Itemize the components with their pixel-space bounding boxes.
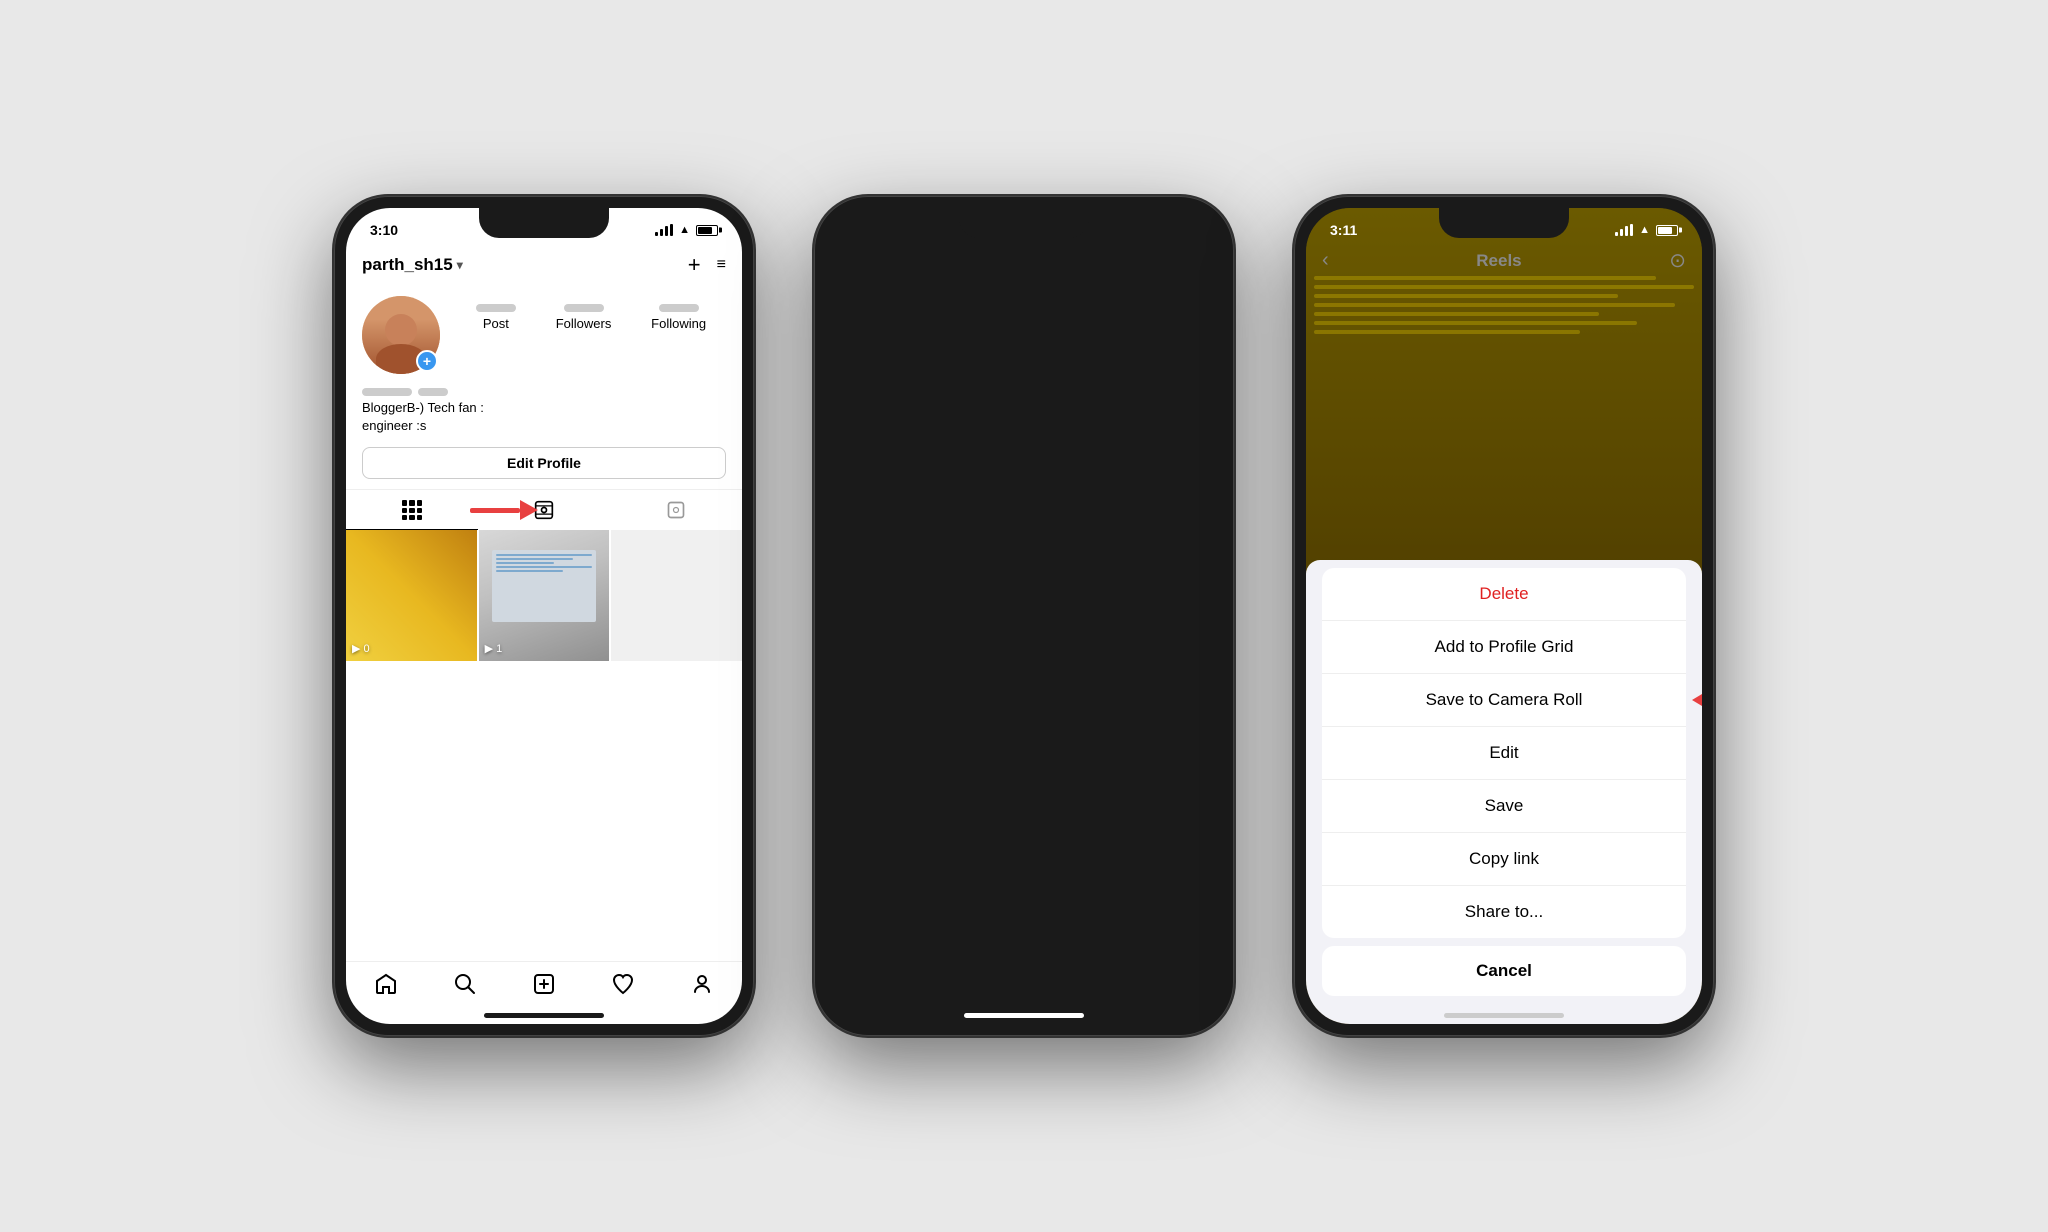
post-grid: ▶0 ▶1 (346, 530, 742, 961)
nav-home-icon[interactable] (374, 972, 398, 996)
bio-text-1: BloggerB-) Tech fan : (362, 399, 726, 417)
battery-icon (696, 225, 718, 236)
phone-3: 3:11 ▲ ‹ Reels ⊙ (1294, 196, 1714, 1036)
post-count (476, 304, 516, 312)
nav-heart-icon[interactable] (611, 972, 635, 996)
grid-icon (402, 500, 422, 520)
profile-bio: BloggerB-) Tech fan : engineer :s (346, 382, 742, 443)
bio-text-2: engineer :s (362, 417, 726, 435)
bio-pill-1 (362, 388, 412, 396)
signal-bar-2 (660, 229, 663, 236)
tab-tagged[interactable] (610, 490, 742, 530)
menu-item-save-to-camera-roll[interactable]: Save to Camera Roll (1322, 674, 1686, 727)
menu-item-delete[interactable]: Delete (1322, 568, 1686, 621)
phone-3-screen: 3:11 ▲ ‹ Reels ⊙ (1306, 208, 1702, 1024)
phone-2-home-bar (964, 1013, 1084, 1018)
post-cell-1[interactable]: ▶0 (346, 530, 477, 661)
sb1 (1615, 232, 1618, 236)
phone-2-notch (959, 208, 1089, 238)
post-cell-2[interactable]: ▶1 (479, 530, 610, 661)
avatar-wrap: + (362, 296, 440, 374)
following-label: Following (651, 316, 706, 331)
signal-bar-4 (670, 224, 673, 236)
profile-tabs (346, 489, 742, 530)
phone-1-home-bar (484, 1013, 604, 1018)
stat-following[interactable]: Following (651, 304, 706, 331)
add-post-icon[interactable]: + (688, 252, 701, 278)
cancel-button[interactable]: Cancel (1322, 946, 1686, 996)
followers-count (564, 304, 604, 312)
phone-3-status-icons: ▲ (1615, 224, 1678, 236)
edit-profile-button[interactable]: Edit Profile (362, 447, 726, 479)
hamburger-icon[interactable]: ≡ (717, 256, 726, 274)
phone-3-nav: ‹ Reels ⊙ (1306, 244, 1702, 281)
sb4 (1630, 224, 1633, 236)
bio-name-line (362, 388, 726, 396)
post-2-laptop-screen (492, 550, 597, 622)
back-icon[interactable]: ‹ (1322, 249, 1329, 272)
nav-profile-icon[interactable] (690, 972, 714, 996)
nav-add-icon[interactable] (532, 972, 556, 996)
dropdown-icon: ▾ (457, 258, 463, 272)
add-story-icon[interactable]: + (416, 350, 438, 372)
phone-3-time: 3:11 (1330, 222, 1357, 238)
post-2-play-count: ▶1 (485, 642, 503, 655)
menu-item-save[interactable]: Save (1322, 780, 1686, 833)
tab-grid[interactable] (346, 490, 478, 530)
reels-tab-icon (534, 500, 554, 520)
menu-item-add-to-profile-grid[interactable]: Add to Profile Grid (1322, 621, 1686, 674)
arrow-head-left (1692, 688, 1702, 712)
sb3 (1625, 226, 1628, 236)
ig-username[interactable]: parth_sh15 ▾ (362, 255, 463, 275)
stat-posts: Post (476, 304, 516, 331)
ig-header: parth_sh15 ▾ + ≡ (346, 244, 742, 288)
menu-item-copy-link[interactable]: Copy link (1322, 833, 1686, 886)
stats-row: Post Followers Following (456, 296, 726, 331)
signal-bar-3 (665, 226, 668, 236)
ig-header-icons: + ≡ (688, 252, 726, 278)
sb2 (1620, 229, 1623, 236)
battery-icon (1656, 225, 1678, 236)
phone-3-title: Reels (1476, 251, 1521, 271)
camera-roll-arrow (1692, 688, 1702, 712)
post-cell-3 (611, 530, 742, 661)
context-menu: Delete Add to Profile Grid Save to Camer… (1306, 560, 1702, 1024)
phone-2: 3:10 ▲ ‹ Reels ⊙ (814, 196, 1234, 1036)
phone-1-time: 3:10 (370, 222, 398, 238)
phone-1: 3:10 ▲ parth_sh15 ▾ (334, 196, 754, 1036)
menu-item-share-to[interactable]: Share to... (1322, 886, 1686, 938)
followers-label: Followers (556, 316, 612, 331)
post-label: Post (483, 316, 509, 331)
laptop-lines (492, 550, 597, 622)
tab-reels[interactable] (478, 490, 610, 530)
bio-pill-2 (418, 388, 448, 396)
menu-card: Delete Add to Profile Grid Save to Camer… (1322, 568, 1686, 938)
nav-search-icon[interactable] (453, 972, 477, 996)
post-1-play-count: ▶0 (352, 642, 370, 655)
profile-section: + Post Followers Following (346, 288, 742, 382)
signal-icon (655, 224, 673, 236)
wifi-icon: ▲ (1639, 224, 1650, 236)
phones-container: 3:10 ▲ parth_sh15 ▾ (0, 0, 2048, 1232)
stat-followers[interactable]: Followers (556, 304, 612, 331)
menu-item-edit[interactable]: Edit (1322, 727, 1686, 780)
tagged-tab-icon (666, 500, 686, 520)
following-count (659, 304, 699, 312)
camera-icon[interactable]: ⊙ (1669, 248, 1686, 273)
phone-1-screen: 3:10 ▲ parth_sh15 ▾ (346, 208, 742, 1024)
phone-3-home-bar (1444, 1013, 1564, 1018)
wifi-icon: ▲ (679, 224, 690, 236)
phone-1-notch (479, 208, 609, 238)
phone-1-status-icons: ▲ (655, 224, 718, 236)
signal-bar-1 (655, 232, 658, 236)
signal-icon (1615, 224, 1633, 236)
phone-3-notch (1439, 208, 1569, 238)
